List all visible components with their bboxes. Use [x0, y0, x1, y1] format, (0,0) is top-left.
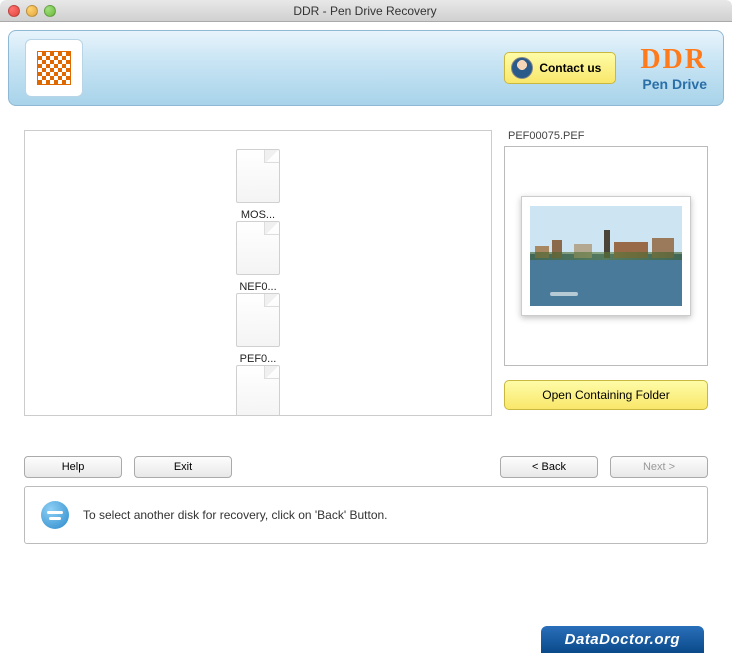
file-icon: [236, 365, 280, 416]
preview-filename: PEF00075.PEF: [504, 130, 708, 142]
preview-image: [530, 206, 682, 306]
app-header: Contact us DDR Pen Drive: [8, 30, 724, 106]
file-browser: MOS...NEF0...PEF0...DNG...KDC...DNG...KD…: [24, 130, 492, 416]
file-item[interactable]: MOS...: [39, 149, 477, 221]
preview-panel: PEF00075.PEF Open Containing Folder: [504, 130, 708, 416]
open-containing-folder-button[interactable]: Open Containing Folder: [504, 380, 708, 410]
file-item[interactable]: PEF0...: [39, 293, 477, 365]
person-icon: [511, 57, 533, 79]
bottom-button-bar: Help Exit < Back Next >: [24, 456, 708, 478]
file-icon: [236, 293, 280, 347]
close-icon[interactable]: [8, 5, 20, 17]
window-controls: [8, 5, 56, 17]
titlebar: DDR - Pen Drive Recovery: [0, 0, 732, 22]
app-logo[interactable]: [25, 39, 83, 97]
app-window: DDR - Pen Drive Recovery Contact us DDR …: [0, 0, 732, 653]
info-text: To select another disk for recovery, cli…: [83, 508, 388, 522]
back-button[interactable]: < Back: [500, 456, 598, 478]
zoom-icon[interactable]: [44, 5, 56, 17]
exit-button[interactable]: Exit: [134, 456, 232, 478]
file-icon: [236, 221, 280, 275]
file-item[interactable]: NEF0...: [39, 221, 477, 293]
next-button: Next >: [610, 456, 708, 478]
contact-us-button[interactable]: Contact us: [504, 52, 616, 84]
preview-frame: [521, 196, 691, 316]
file-label: MOS...: [241, 209, 275, 221]
preview-box: [504, 146, 708, 366]
brand-title: DDR: [640, 44, 707, 76]
file-icon: [236, 149, 280, 203]
contact-us-label: Contact us: [539, 61, 601, 75]
file-item[interactable]: DNG...: [39, 365, 477, 416]
logo-icon: [37, 51, 71, 85]
brand-subtitle: Pen Drive: [640, 76, 707, 92]
header-right: Contact us DDR Pen Drive: [504, 44, 707, 92]
brand-block: DDR Pen Drive: [640, 44, 707, 92]
main-content: MOS...NEF0...PEF0...DNG...KDC...DNG...KD…: [8, 114, 724, 432]
help-button[interactable]: Help: [24, 456, 122, 478]
file-label: NEF0...: [239, 281, 276, 293]
window-title: DDR - Pen Drive Recovery: [56, 4, 674, 18]
footer-site-badge: DataDoctor.org: [541, 626, 704, 653]
minimize-icon[interactable]: [26, 5, 38, 17]
info-bar: To select another disk for recovery, cli…: [24, 486, 708, 544]
file-label: PEF0...: [240, 353, 277, 365]
info-icon: [41, 501, 69, 529]
